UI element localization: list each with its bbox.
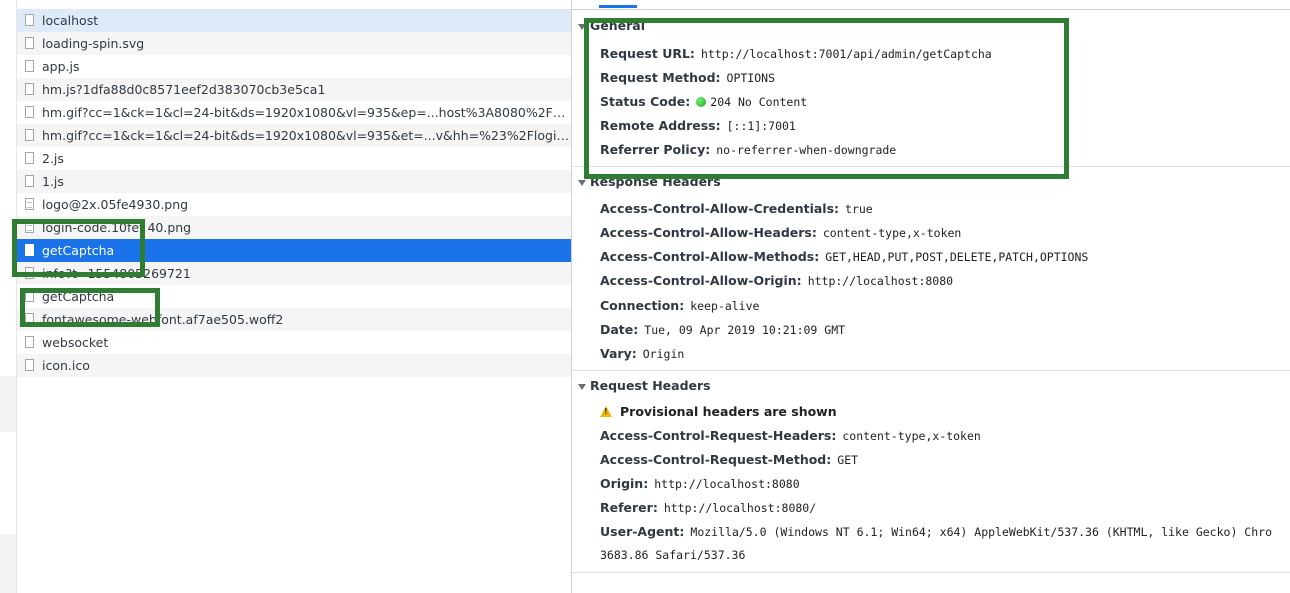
warning-text: Provisional headers are shown — [620, 404, 837, 419]
highlight-box — [12, 219, 145, 277]
gutter-strip — [0, 376, 16, 432]
header-key: Access-Control-Allow-Origin: — [600, 273, 802, 288]
header-key: Date: — [600, 322, 639, 337]
header-key: Origin: — [600, 476, 649, 491]
request-name: 1.js — [42, 174, 64, 189]
header-value: keep-alive — [690, 299, 760, 313]
request-row[interactable]: localhost — [17, 9, 571, 32]
header-key: Access-Control-Allow-Headers: — [600, 225, 817, 240]
request-name: hm.gif?cc=1&ck=1&cl=24-bit&ds=1920x1080&… — [42, 128, 571, 143]
document-icon — [25, 14, 34, 26]
header-key: Vary: — [600, 346, 637, 361]
header-value: Tue, 09 Apr 2019 10:21:09 GMT — [644, 323, 846, 337]
request-row[interactable]: 2.js — [17, 147, 571, 170]
request-row[interactable]: loading-spin.svg — [17, 32, 571, 55]
request-row[interactable]: 1.js — [17, 170, 571, 193]
header-row: Connection: keep-alive — [600, 295, 759, 317]
image-icon — [25, 198, 34, 210]
request-name: hm.js?1dfa88d0c8571eef2d383070cb3e5ca1 — [42, 82, 326, 97]
header-value: Origin — [642, 347, 685, 361]
header-row: Access-Control-Request-Headers: content-t… — [600, 425, 981, 447]
request-row[interactable]: hm.js?1dfa88d0c8571eef2d383070cb3e5ca1 — [17, 78, 571, 101]
header-value: 3683.86 Safari/537.36 — [600, 548, 746, 562]
header-value: http://localhost:8080/ — [663, 501, 817, 515]
header-row: User-Agent: Mozilla/5.0 (Windows NT 6.1; … — [600, 521, 1290, 543]
section-divider — [572, 572, 1290, 573]
request-name: 2.js — [42, 151, 64, 166]
header-row: Access-Control-Request-Method: GET — [600, 449, 858, 471]
header-value: GET,HEAD,PUT,POST,DELETE,PATCH,OPTIONS — [825, 250, 1089, 264]
header-key: Access-Control-Request-Method: — [600, 452, 832, 467]
document-icon — [25, 83, 34, 95]
header-key: Referer: — [600, 500, 658, 515]
header-row: Access-Control-Allow-Origin: http://local… — [600, 270, 953, 292]
header-row: Date: Tue, 09 Apr 2019 10:21:09 GMT — [600, 319, 845, 341]
request-row[interactable]: hm.gif?cc=1&ck=1&cl=24-bit&ds=1920x1080&… — [17, 124, 571, 147]
header-value: http://localhost:8080 — [654, 477, 800, 491]
request-name: app.js — [42, 59, 80, 74]
request-row[interactable]: hm.gif?cc=1&ck=1&cl=24-bit&ds=1920x1080&… — [17, 101, 571, 124]
request-name: loading-spin.svg — [42, 36, 145, 51]
header-value: content-type,x-token — [822, 226, 962, 240]
document-icon — [25, 336, 34, 348]
header-row: Access-Control-Allow-Credentials: true — [600, 198, 873, 220]
request-row[interactable]: app.js — [17, 55, 571, 78]
document-icon — [25, 60, 34, 72]
gutter-strip — [0, 534, 16, 593]
highlight-box — [584, 18, 1069, 179]
header-key: Access-Control-Request-Headers: — [600, 428, 837, 443]
header-value: content-type,x-token — [842, 429, 981, 443]
left-gutter — [0, 0, 17, 593]
header-key: User-Agent: — [600, 524, 685, 539]
header-row: Referer: http://localhost:8080/ — [600, 497, 816, 519]
header-value: http://localhost:8080 — [807, 274, 954, 288]
document-icon — [25, 129, 34, 141]
header-key: Connection: — [600, 298, 685, 313]
request-name: logo@2x.05fe4930.png — [42, 197, 189, 212]
header-value: Mozilla/5.0 (Windows NT 6.1; Win64; x64)… — [690, 525, 1272, 539]
header-key: Access-Control-Allow-Credentials: — [600, 201, 840, 216]
highlight-box — [20, 288, 160, 327]
active-tab-indicator — [599, 5, 637, 8]
header-value: true — [845, 202, 873, 216]
header-row-continuation: 3683.86 Safari/537.36 — [600, 544, 745, 566]
section-divider — [572, 370, 1290, 371]
header-row: Origin: http://localhost:8080 — [600, 473, 800, 495]
triangle-down-icon — [578, 179, 586, 186]
request-headers-toggle[interactable]: Request Headers — [578, 376, 711, 396]
request-row[interactable]: websocket — [17, 331, 571, 354]
document-icon — [25, 152, 34, 164]
request-name: icon.ico — [42, 358, 90, 373]
document-icon — [25, 175, 34, 187]
header-row: Access-Control-Allow-Methods: GET,HEAD,PU… — [600, 246, 1088, 268]
request-row[interactable]: icon.ico — [17, 354, 571, 377]
warning-icon — [600, 406, 612, 417]
request-name: websocket — [42, 335, 109, 350]
request-row[interactable]: logo@2x.05fe4930.png — [17, 193, 571, 216]
triangle-down-icon — [578, 383, 586, 390]
document-icon — [25, 359, 34, 371]
provisional-warning: Provisional headers are shown — [600, 401, 837, 423]
header-key: Access-Control-Allow-Methods: — [600, 249, 820, 264]
header-value: GET — [837, 453, 859, 467]
request-name: hm.gif?cc=1&ck=1&cl=24-bit&ds=1920x1080&… — [42, 105, 571, 120]
details-tab-strip — [572, 0, 1290, 10]
document-icon — [25, 37, 34, 49]
header-row: Access-Control-Allow-Headers: content-typ… — [600, 222, 961, 244]
section-title: Request Headers — [590, 378, 711, 393]
document-icon — [25, 106, 34, 118]
header-row: Vary: Origin — [600, 343, 684, 365]
request-name: localhost — [42, 13, 99, 28]
